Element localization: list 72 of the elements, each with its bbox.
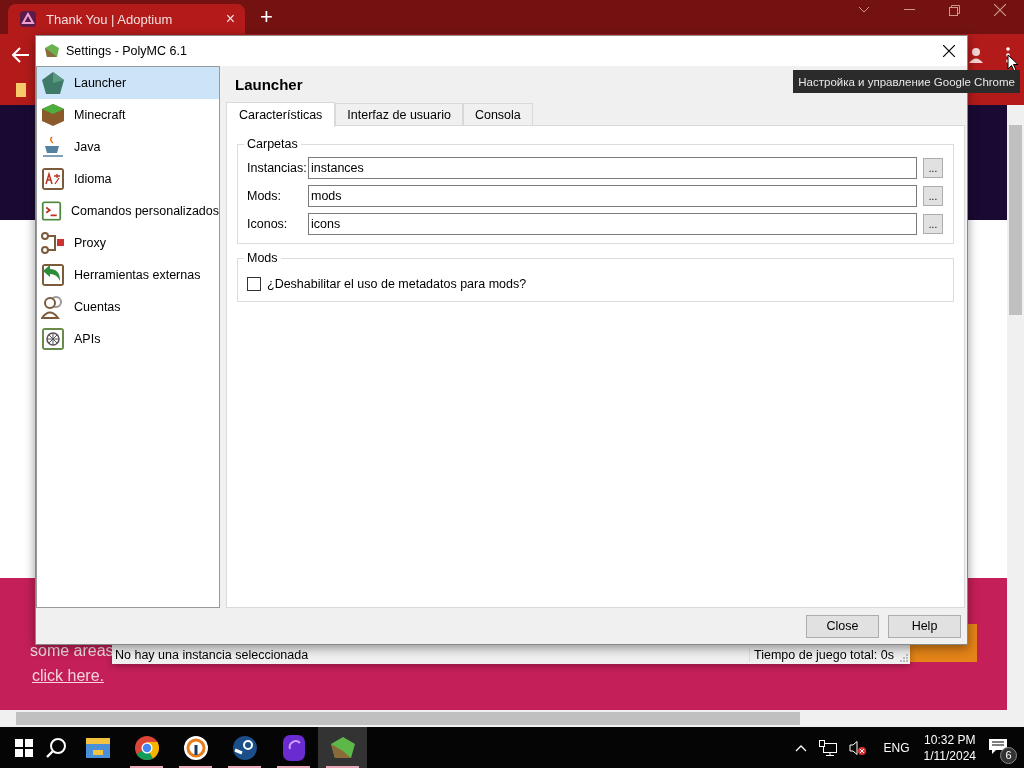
resize-grip-icon[interactable] bbox=[900, 653, 908, 662]
clock-date[interactable]: 1/11/2024 bbox=[923, 748, 976, 763]
browse-button[interactable]: ... bbox=[923, 214, 943, 234]
minimize-icon[interactable] bbox=[904, 9, 915, 11]
dialog-button[interactable]: Help bbox=[888, 614, 961, 638]
group-title: Carpetas bbox=[244, 137, 301, 151]
steam-icon[interactable] bbox=[232, 735, 257, 760]
browse-button[interactable]: ... bbox=[923, 186, 943, 206]
translate-icon bbox=[41, 167, 65, 191]
globe-icon bbox=[41, 327, 65, 351]
close-tab-button[interactable]: × bbox=[225, 10, 235, 28]
network-nodes-icon bbox=[41, 231, 65, 255]
clock-time[interactable]: 10:32 PM bbox=[924, 732, 976, 747]
windows-start-icon[interactable] bbox=[15, 738, 33, 757]
sidebar-item[interactable]: Proxy bbox=[37, 227, 219, 259]
checkbox-label[interactable]: ¿Deshabilitar el uso de metadatos para mods? bbox=[267, 277, 527, 291]
muted-speaker-icon[interactable] bbox=[849, 739, 868, 756]
sidebar-item[interactable]: Comandos personalizados bbox=[37, 195, 219, 227]
polymc-icon[interactable] bbox=[329, 735, 356, 760]
search-icon[interactable] bbox=[45, 736, 67, 759]
keyhole-shield-icon[interactable] bbox=[183, 735, 208, 760]
sidebar-item[interactable]: APIs bbox=[37, 323, 219, 355]
new-tab-button[interactable]: + bbox=[260, 4, 273, 30]
notifications-icon[interactable] bbox=[988, 737, 1008, 756]
browse-button[interactable]: ... bbox=[923, 158, 943, 178]
status-text: No hay una instancia seleccionada bbox=[114, 647, 310, 662]
group-title: Mods bbox=[244, 251, 281, 265]
folder-path-field[interactable]: icons bbox=[308, 213, 917, 235]
adoptium-logo-icon bbox=[20, 11, 36, 27]
sidebar-item[interactable]: Java bbox=[37, 131, 219, 163]
window-title: Settings - PolyMC 6.1 bbox=[66, 44, 187, 58]
tab[interactable]: Características bbox=[226, 102, 336, 127]
page-heading: Launcher bbox=[234, 74, 303, 95]
tab-title: Thank You | Adoptium bbox=[46, 11, 174, 27]
profile-icon[interactable] bbox=[968, 46, 984, 63]
sidebar-item[interactable]: Minecraft bbox=[37, 99, 219, 131]
chevron-up-icon[interactable] bbox=[795, 743, 808, 752]
click-here-link[interactable]: click here. bbox=[32, 667, 105, 685]
chrome-icon[interactable] bbox=[134, 735, 159, 760]
chevron-down-icon[interactable] bbox=[858, 6, 870, 14]
app-icon[interactable] bbox=[282, 734, 305, 761]
folder-icon[interactable] bbox=[85, 737, 110, 758]
grass-block-icon bbox=[41, 103, 65, 127]
users-icon bbox=[41, 295, 65, 319]
notification-count: 6 bbox=[1000, 746, 1017, 764]
undo-arrow-icon bbox=[41, 263, 65, 287]
field-label: Iconos: bbox=[247, 217, 289, 231]
browser-tab[interactable]: Thank You | Adoptium × bbox=[8, 4, 245, 34]
tab[interactable]: Interfaz de usuario bbox=[335, 103, 463, 126]
horizontal-scrollbar[interactable] bbox=[0, 710, 1024, 727]
field-label: Mods: bbox=[247, 189, 283, 203]
coffee-cup-icon bbox=[41, 135, 65, 159]
folder-path-field[interactable]: mods bbox=[308, 185, 917, 207]
checkbox[interactable] bbox=[247, 277, 261, 291]
back-arrow-icon[interactable] bbox=[12, 46, 30, 63]
sidebar-item[interactable]: Idioma bbox=[37, 163, 219, 195]
sidebar-item[interactable]: Cuentas bbox=[37, 291, 219, 323]
dialog-button[interactable]: Close bbox=[806, 614, 879, 638]
sidebar-item[interactable]: Herramientas externas bbox=[37, 259, 219, 291]
polymc-icon bbox=[44, 43, 60, 59]
pentagon-icon bbox=[41, 71, 65, 95]
network-icon[interactable] bbox=[819, 739, 838, 756]
folder-path-field[interactable]: instances bbox=[308, 157, 917, 179]
vertical-scrollbar[interactable] bbox=[1007, 105, 1024, 710]
page-text: some areas bbox=[30, 642, 114, 661]
tooltip: Настройка и управление Google Chrome bbox=[793, 70, 1020, 93]
close-icon[interactable] bbox=[943, 45, 955, 57]
restore-icon[interactable] bbox=[949, 4, 960, 16]
terminal-icon bbox=[41, 199, 62, 223]
sidebar-item[interactable]: Launcher bbox=[37, 67, 219, 99]
language-indicator[interactable]: ENG bbox=[883, 740, 910, 755]
mouse-cursor-icon bbox=[1007, 54, 1019, 72]
